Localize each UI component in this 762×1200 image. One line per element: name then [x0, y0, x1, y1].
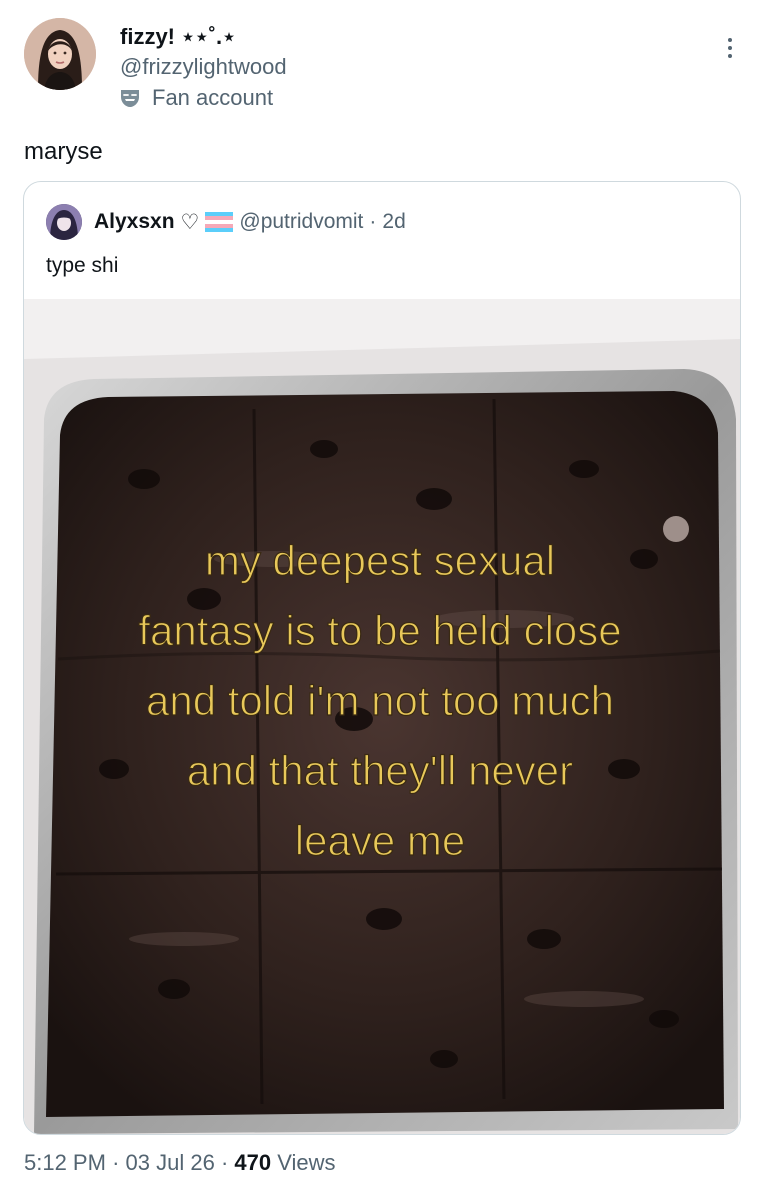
- fan-account-badge: Fan account: [118, 85, 273, 111]
- theater-mask-icon: [121, 90, 139, 107]
- caption-line: and told i'm not too much: [146, 677, 614, 724]
- quoted-avatar[interactable]: [46, 204, 82, 240]
- more-options-icon[interactable]: [726, 34, 734, 64]
- trans-flag-icon: [205, 212, 234, 232]
- caption-line: leave me: [295, 817, 465, 864]
- tweet-meta: 5:12 PM · 03 Jul 26 · 470 Views: [24, 1150, 336, 1176]
- caption-line: fantasy is to be held close: [138, 607, 621, 654]
- quoted-author-name[interactable]: Alyxsxn: [94, 210, 175, 234]
- views-label: Views: [277, 1150, 336, 1175]
- avatar-image: [24, 18, 96, 90]
- quoted-header: Alyxsxn ♡ @putridvomit · 2d: [46, 204, 406, 240]
- quoted-text: type shi: [46, 254, 119, 277]
- dot-separator: ·: [220, 1150, 229, 1175]
- quoted-author-handle[interactable]: @putridvomit: [239, 210, 363, 234]
- author-name[interactable]: fizzy! ⋆⋆˚.⋆: [120, 24, 236, 50]
- quoted-timestamp[interactable]: 2d: [382, 210, 405, 234]
- heart-icon: ♡: [180, 210, 200, 234]
- author-handle[interactable]: @frizzylightwood: [120, 54, 287, 80]
- dot-separator: ·: [369, 210, 377, 233]
- views-count: 470: [234, 1150, 272, 1175]
- tweet-text: maryse: [24, 138, 103, 165]
- author-avatar[interactable]: [24, 18, 96, 90]
- tweet-time[interactable]: 5:12 PM: [24, 1150, 106, 1175]
- brownie-photo[interactable]: my deepest sexual fantasy is to be held …: [24, 299, 740, 1134]
- quoted-avatar-image: [46, 204, 82, 240]
- quoted-tweet[interactable]: Alyxsxn ♡ @putridvomit · 2d type shi my …: [23, 181, 741, 1135]
- badge-label: Fan account: [152, 85, 274, 110]
- dot-separator: ·: [112, 1150, 120, 1175]
- caption-line: and that they'll never: [187, 747, 573, 794]
- tweet-date[interactable]: 03 Jul 26: [126, 1150, 215, 1175]
- caption-line: my deepest sexual: [205, 537, 555, 584]
